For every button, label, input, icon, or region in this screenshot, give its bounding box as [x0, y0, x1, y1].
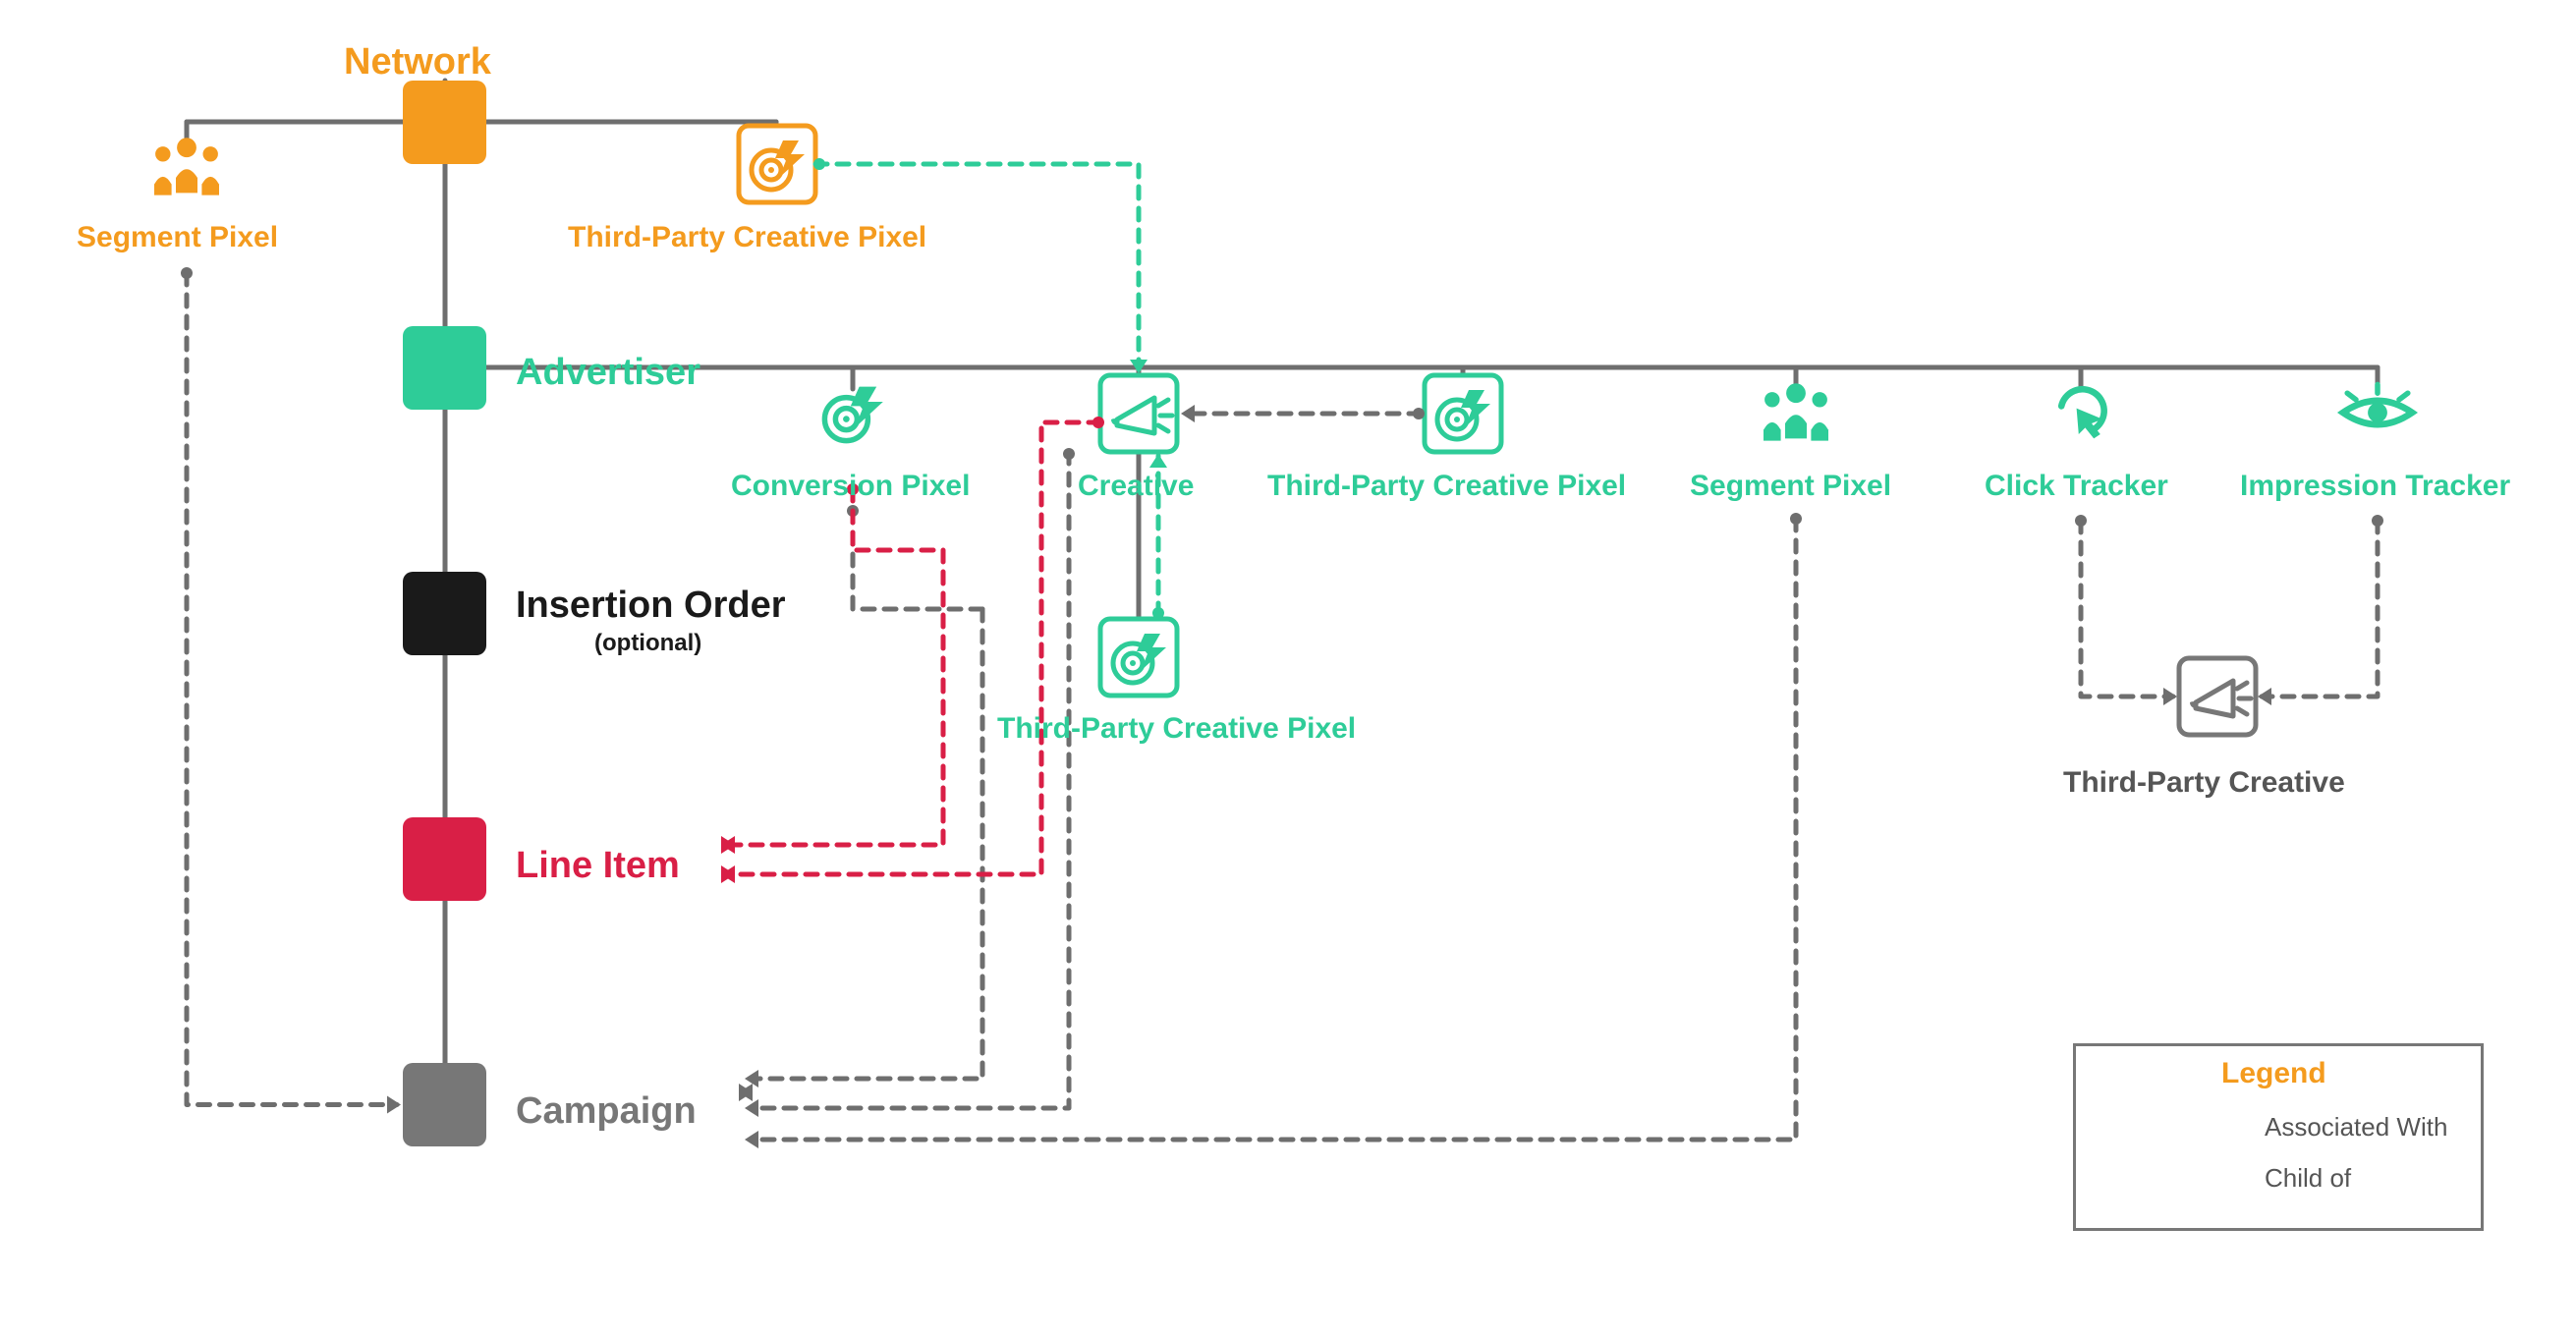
- legend-associated: Associated With: [2265, 1112, 2447, 1143]
- creative-label: Creative: [1078, 470, 1194, 503]
- legend-title: Legend: [2221, 1057, 2326, 1090]
- network-segment-pixel-label: Segment Pixel: [77, 221, 278, 254]
- campaign-label: Campaign: [516, 1090, 697, 1133]
- third-party-creative-label: Third-Party Creative: [2063, 766, 2345, 800]
- click-tracker-label: Click Tracker: [1985, 470, 2168, 503]
- creative-tpcp-label: Third-Party Creative Pixel: [997, 712, 1356, 746]
- advertiser-label: Advertiser: [516, 352, 700, 394]
- impression-tracker-label: Impression Tracker: [2240, 470, 2510, 503]
- legend-childof: Child of: [2265, 1163, 2351, 1194]
- diagram-canvas: Network Advertiser Insertion Order (opti…: [0, 0, 2576, 1338]
- adv-segment-pixel-label: Segment Pixel: [1690, 470, 1891, 503]
- insertion-order-sublabel: (optional): [594, 630, 701, 657]
- insertion-order-label: Insertion Order: [516, 585, 786, 627]
- line-item-label: Line Item: [516, 845, 680, 887]
- network-label: Network: [344, 41, 491, 84]
- conversion-pixel-label: Conversion Pixel: [731, 470, 970, 503]
- adv-tpcp-label: Third-Party Creative Pixel: [1267, 470, 1626, 503]
- network-tpcp-label: Third-Party Creative Pixel: [568, 221, 926, 254]
